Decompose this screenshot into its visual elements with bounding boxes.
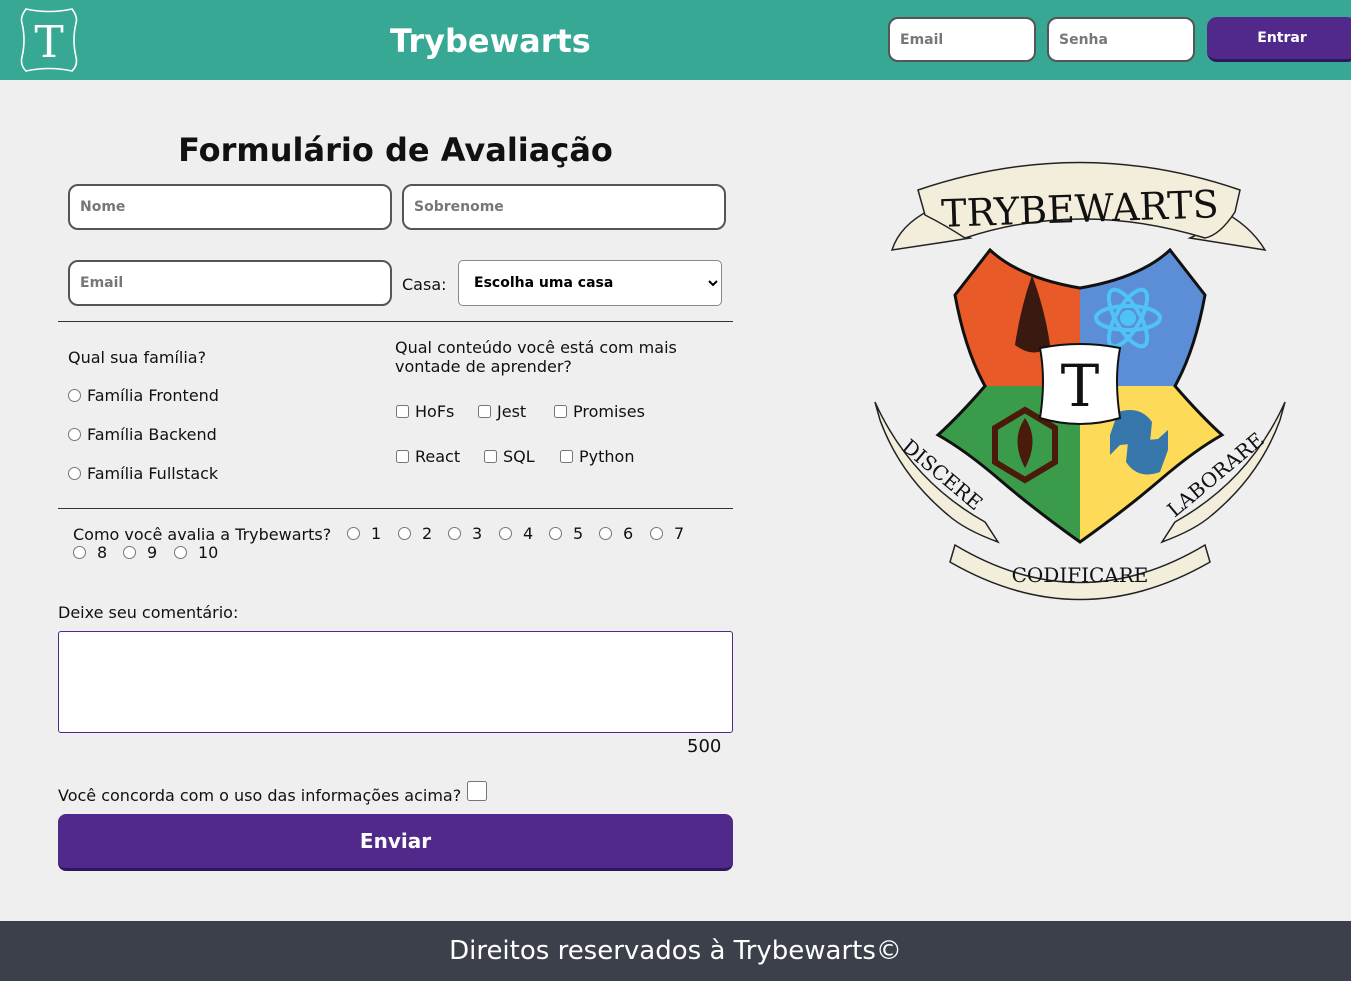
character-counter: 500 [687, 736, 722, 757]
rate-option-9[interactable]: 9 [123, 543, 157, 562]
casa-select[interactable]: Escolha uma casa [458, 260, 722, 306]
rate-label: 4 [523, 524, 534, 543]
rate-option-5[interactable]: 5 [549, 524, 583, 543]
rate-option-10[interactable]: 10 [174, 543, 218, 562]
family-label: Família Frontend [87, 386, 219, 405]
rate-radio[interactable] [73, 546, 86, 559]
content-question: Qual conteúdo você está com mais vontade… [395, 338, 677, 376]
rate-label: 8 [97, 543, 108, 562]
casa-label: Casa: [402, 275, 447, 294]
family-radio-fullstack[interactable] [68, 467, 81, 480]
family-option-backend[interactable]: Família Backend [68, 425, 217, 444]
rate-label: 7 [674, 524, 685, 543]
rate-option-3[interactable]: 3 [448, 524, 482, 543]
divider [58, 321, 733, 322]
content-option-sql[interactable]: SQL [484, 447, 535, 466]
footer-text: Direitos reservados à Trybewarts© [449, 936, 902, 966]
logo-letter: T [34, 17, 63, 68]
content-label: HoFs [415, 402, 455, 421]
comment-label: Deixe seu comentário: [58, 603, 239, 622]
rate-radio[interactable] [174, 546, 187, 559]
rate-radio[interactable] [123, 546, 136, 559]
header: T Trybewarts Entrar [0, 0, 1351, 80]
content-label: Promises [573, 402, 645, 421]
submit-button[interactable]: Enviar [58, 814, 733, 871]
rate-option-2[interactable]: 2 [398, 524, 432, 543]
rate-radio[interactable] [650, 527, 663, 540]
content-checkbox-jest[interactable] [478, 405, 491, 418]
content-checkbox-python[interactable] [560, 450, 573, 463]
content-option-python[interactable]: Python [560, 447, 634, 466]
footer: Direitos reservados à Trybewarts© [0, 921, 1351, 981]
content-label: React [415, 447, 461, 466]
rate-label: 3 [472, 524, 483, 543]
trybewarts-crest-image: TRYBEWARTS T DISCERE LABORARE CODIFICARE [874, 161, 1286, 601]
rate-label: 6 [623, 524, 634, 543]
sobrenome-input[interactable] [402, 184, 726, 230]
comment-textarea[interactable] [58, 631, 733, 733]
rate-label: 1 [371, 524, 382, 543]
email-input[interactable] [68, 260, 392, 306]
family-label: Família Backend [87, 425, 217, 444]
login-email-input[interactable] [888, 17, 1036, 62]
family-radio-backend[interactable] [68, 428, 81, 441]
rate-question: Como você avalia a Trybewarts? [73, 525, 332, 544]
divider [58, 508, 733, 509]
content-label: Python [579, 447, 635, 466]
content-checkbox-react[interactable] [396, 450, 409, 463]
content-checkbox-hofs[interactable] [396, 405, 409, 418]
rate-label: 5 [573, 524, 584, 543]
content-label: Jest [497, 402, 527, 421]
login-button[interactable]: Entrar [1207, 17, 1351, 62]
content-checkbox-promises[interactable] [554, 405, 567, 418]
rate-radio[interactable] [448, 527, 461, 540]
content-option-jest[interactable]: Jest [478, 402, 526, 421]
content-checkbox-sql[interactable] [484, 450, 497, 463]
rate-label: 10 [198, 543, 219, 562]
rate-option-8[interactable]: 8 [73, 543, 107, 562]
content-option-react[interactable]: React [396, 447, 460, 466]
agreement-label: Você concorda com o uso das informações … [58, 786, 462, 805]
login-password-input[interactable] [1047, 17, 1195, 62]
rate-option-1[interactable]: 1 [347, 524, 381, 543]
family-question: Qual sua família? [68, 348, 207, 367]
form-title: Formulário de Avaliação [178, 131, 613, 169]
content-option-hofs[interactable]: HoFs [396, 402, 454, 421]
rate-radio[interactable] [398, 527, 411, 540]
site-title: Trybewarts [390, 22, 591, 60]
rate-option-6[interactable]: 6 [599, 524, 633, 543]
family-radio-frontend[interactable] [68, 389, 81, 402]
rate-label: 9 [147, 543, 158, 562]
rate-radio[interactable] [347, 527, 360, 540]
crest-motto-bottom: CODIFICARE [1012, 563, 1149, 587]
crest-center-letter: T [1061, 352, 1100, 420]
agreement-checkbox[interactable] [467, 781, 487, 801]
rate-radio[interactable] [499, 527, 512, 540]
family-option-frontend[interactable]: Família Frontend [68, 386, 219, 405]
rate-option-4[interactable]: 4 [499, 524, 533, 543]
rate-radio[interactable] [599, 527, 612, 540]
trybewarts-logo: T [20, 8, 78, 72]
content-option-promises[interactable]: Promises [554, 402, 645, 421]
rate-radio[interactable] [549, 527, 562, 540]
family-option-fullstack[interactable]: Família Fullstack [68, 464, 218, 483]
family-label: Família Fullstack [87, 464, 219, 483]
rate-option-7[interactable]: 7 [650, 524, 684, 543]
content-label: SQL [503, 447, 535, 466]
nome-input[interactable] [68, 184, 392, 230]
rate-label: 2 [422, 524, 433, 543]
